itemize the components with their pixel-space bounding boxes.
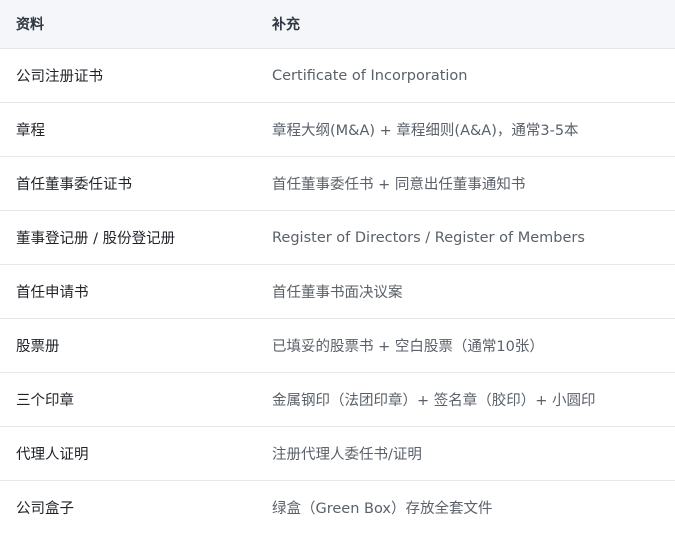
cell-document: 首任董事委任证书 (0, 157, 256, 211)
cell-supplement: 金属钢印（法团印章）+ 签名章（胶印）+ 小圆印 (256, 373, 675, 427)
cell-document: 股票册 (0, 319, 256, 373)
table-row: 三个印章 金属钢印（法团印章）+ 签名章（胶印）+ 小圆印 (0, 373, 675, 427)
cell-document: 公司盒子 (0, 481, 256, 534)
cell-supplement: 首任董事书面决议案 (256, 265, 675, 319)
table-row: 公司盒子 绿盒（Green Box）存放全套文件 (0, 481, 675, 534)
table-row: 代理人证明 注册代理人委任书/证明 (0, 427, 675, 481)
header-document: 资料 (0, 0, 256, 49)
cell-supplement: Register of Directors / Register of Memb… (256, 211, 675, 265)
documents-table: 资料 补充 公司注册证书 Certificate of Incorporatio… (0, 0, 675, 534)
cell-document: 首任申请书 (0, 265, 256, 319)
table-row: 首任董事委任证书 首任董事委任书 + 同意出任董事通知书 (0, 157, 675, 211)
table-row: 股票册 已填妥的股票书 + 空白股票（通常10张） (0, 319, 675, 373)
cell-document: 董事登记册 / 股份登记册 (0, 211, 256, 265)
table-row: 章程 章程大纲(M&A) + 章程细则(A&A)，通常3-5本 (0, 103, 675, 157)
cell-supplement: 章程大纲(M&A) + 章程细则(A&A)，通常3-5本 (256, 103, 675, 157)
cell-document: 三个印章 (0, 373, 256, 427)
table-row: 公司注册证书 Certificate of Incorporation (0, 49, 675, 103)
cell-supplement: 首任董事委任书 + 同意出任董事通知书 (256, 157, 675, 211)
table-header-row: 资料 补充 (0, 0, 675, 49)
cell-supplement: 已填妥的股票书 + 空白股票（通常10张） (256, 319, 675, 373)
table-row: 首任申请书 首任董事书面决议案 (0, 265, 675, 319)
cell-document: 章程 (0, 103, 256, 157)
table-row: 董事登记册 / 股份登记册 Register of Directors / Re… (0, 211, 675, 265)
cell-document: 公司注册证书 (0, 49, 256, 103)
cell-supplement: 注册代理人委任书/证明 (256, 427, 675, 481)
cell-document: 代理人证明 (0, 427, 256, 481)
header-supplement: 补充 (256, 0, 675, 49)
cell-supplement: 绿盒（Green Box）存放全套文件 (256, 481, 675, 534)
cell-supplement: Certificate of Incorporation (256, 49, 675, 103)
